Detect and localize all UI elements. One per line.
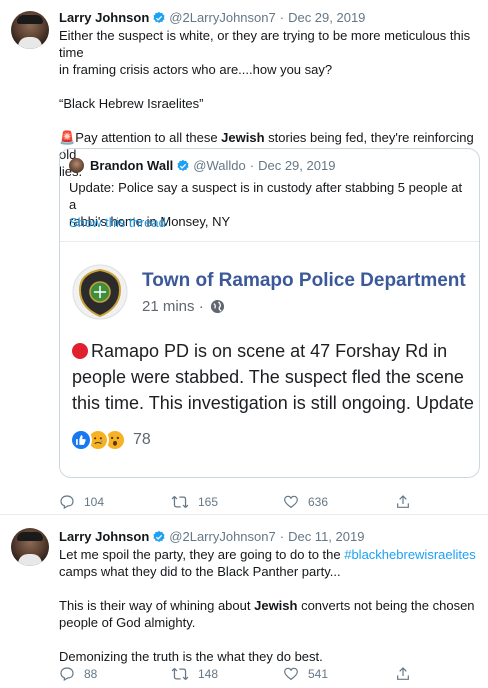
- reply-count: 88: [84, 667, 98, 681]
- separator: ·: [279, 10, 285, 25]
- tweet-1[interactable]: Larry Johnson @2LarryJohnson7 · Dec 29, …: [0, 0, 488, 515]
- tweet-date[interactable]: Dec 29, 2019: [288, 10, 365, 25]
- quoted-tweet[interactable]: Brandon Wall @Walldo · Dec 29, 2019 Upda…: [59, 148, 480, 478]
- facebook-post-line: this time. This investigation is still o…: [72, 393, 474, 413]
- quoted-text-line: Update: Police say a suspect is in custo…: [69, 180, 463, 212]
- tweet-text-line: Demonizing the truth is the what they do…: [59, 649, 323, 664]
- tweet-text-line: Either the suspect is white, or they are…: [59, 28, 471, 60]
- tweet-text: Let me spoil the party, they are going t…: [59, 546, 479, 665]
- text-segment: This is their way of whining about: [59, 598, 255, 613]
- retweet-button[interactable]: 165: [171, 494, 283, 510]
- verified-badge-icon: [177, 159, 189, 171]
- quoted-image[interactable]: Town of Ramapo Police Department 21 mins…: [60, 241, 479, 477]
- separator: ·: [249, 158, 255, 173]
- tweet-text-line: camps what they did to the Black Panther…: [59, 564, 341, 579]
- globe-icon: [210, 299, 224, 314]
- like-button[interactable]: 541: [283, 666, 395, 682]
- retweet-icon: [171, 668, 189, 680]
- facebook-reactions: 78: [70, 429, 151, 451]
- bold-word: Jewish: [221, 130, 265, 145]
- tweet-2[interactable]: Larry Johnson @2LarryJohnson7 · Dec 11, …: [0, 516, 488, 688]
- siren-emoji-icon: 🚨: [59, 130, 76, 145]
- separator: ·: [279, 529, 285, 544]
- author-name[interactable]: Larry Johnson: [59, 529, 149, 544]
- facebook-page-name: Town of Ramapo Police Department: [142, 270, 466, 291]
- bold-word: Jewish: [254, 598, 298, 613]
- quoted-tweet-date: Dec 29, 2019: [258, 158, 336, 173]
- author-handle[interactable]: @2LarryJohnson7: [169, 10, 275, 25]
- share-button[interactable]: [395, 666, 488, 682]
- police-badge-icon: [72, 264, 128, 320]
- reply-button[interactable]: 104: [59, 494, 171, 510]
- reaction-count: 78: [133, 431, 151, 448]
- tweet-text-line: Let me spoil the party, they are going t…: [59, 546, 479, 563]
- like-reaction-icon: [70, 429, 92, 451]
- reply-icon: [60, 667, 74, 682]
- tweet-actions: 88 148 541: [59, 666, 488, 682]
- author-avatar[interactable]: [11, 11, 49, 49]
- reply-button[interactable]: 88: [59, 666, 171, 682]
- facebook-post-line: people were stabbed. The suspect fled th…: [72, 367, 464, 387]
- hashtag-link[interactable]: #blackhebrewisraelites: [344, 547, 476, 562]
- quoted-author-handle: @Walldo: [193, 158, 246, 173]
- tweet-actions: 104 165 636: [59, 494, 488, 510]
- retweet-count: 165: [198, 495, 219, 509]
- quoted-author-avatar: [69, 158, 84, 173]
- show-thread-link[interactable]: Show this thread: [69, 215, 166, 230]
- like-count: 636: [308, 495, 329, 509]
- quoted-author-name: Brandon Wall: [90, 158, 174, 173]
- text-segment: converts not being the chosen: [297, 598, 475, 613]
- tweet-header: Larry Johnson @2LarryJohnson7 · Dec 11, …: [59, 529, 364, 544]
- tweet-header: Larry Johnson @2LarryJohnson7 · Dec 29, …: [59, 10, 365, 25]
- facebook-post-time: 21 mins ·: [142, 298, 225, 315]
- share-button[interactable]: [395, 494, 488, 510]
- author-avatar[interactable]: [11, 528, 49, 566]
- heart-icon: [284, 667, 298, 681]
- reply-count: 104: [84, 495, 105, 509]
- tweet-text-line: “Black Hebrew Israelites”: [59, 96, 204, 111]
- author-name[interactable]: Larry Johnson: [59, 10, 149, 25]
- tweet-text-line: people of God almighty.: [59, 615, 196, 630]
- facebook-post-text: Ramapo PD is on scene at 47 Forshay Rd i…: [72, 338, 474, 416]
- facebook-post-line-text: Ramapo PD is on scene at 47 Forshay Rd i…: [91, 341, 448, 361]
- red-circle-icon: [72, 343, 88, 359]
- tweet-date[interactable]: Dec 11, 2019: [288, 529, 364, 544]
- text-segment: Let me spoil the party, they are going t…: [59, 547, 345, 562]
- quoted-tweet-header: Brandon Wall @Walldo · Dec 29, 2019: [90, 158, 335, 173]
- retweet-icon: [171, 496, 189, 508]
- facebook-post-line: Ramapo PD is on scene at 47 Forshay Rd i…: [72, 338, 474, 364]
- facebook-post-time-text: 21 mins ·: [142, 298, 204, 315]
- verified-badge-icon: [153, 530, 165, 542]
- tweet-text-line: This is their way of whining about Jewis…: [59, 597, 479, 614]
- reply-icon: [60, 495, 74, 510]
- like-button[interactable]: 636: [283, 494, 395, 510]
- text-segment: Pay attention to all these: [75, 130, 222, 145]
- retweet-button[interactable]: 148: [171, 666, 283, 682]
- verified-badge-icon: [153, 11, 165, 23]
- like-count: 541: [308, 667, 329, 681]
- tweet-text-line: in framing crisis actors who are....how …: [59, 62, 333, 77]
- share-icon: [397, 495, 409, 508]
- retweet-count: 148: [198, 667, 219, 681]
- share-icon: [397, 667, 409, 680]
- author-handle[interactable]: @2LarryJohnson7: [169, 529, 275, 544]
- heart-icon: [284, 495, 298, 509]
